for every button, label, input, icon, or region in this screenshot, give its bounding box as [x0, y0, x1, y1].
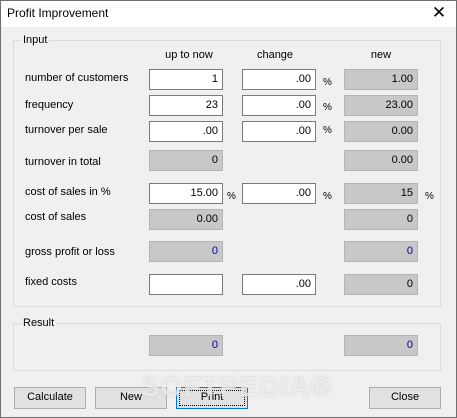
label-cost-of-sales-percent: cost of sales in %	[25, 186, 111, 198]
label-turnover-in-total: turnover in total	[25, 156, 101, 168]
customers-change-percent: %	[323, 77, 332, 88]
cost-of-sales-new-value: 0	[344, 209, 418, 230]
result-new-value: 0	[344, 335, 418, 356]
frequency-change-percent: %	[323, 102, 332, 113]
turnover-per-sale-change-input[interactable]: .00	[242, 121, 316, 142]
fixed-costs-change-input[interactable]: .00	[242, 274, 316, 295]
calculate-button[interactable]: Calculate	[14, 387, 86, 409]
label-gross-profit-or-loss: gross profit or loss	[25, 246, 115, 258]
label-frequency: frequency	[25, 99, 74, 111]
result-up-to-now-value: 0	[149, 335, 223, 356]
column-header-new: new	[370, 49, 392, 61]
gross-profit-new-value: 0	[344, 241, 418, 262]
turnover-total-new-value: 0.00	[344, 150, 418, 171]
frequency-change-input[interactable]: .00	[242, 95, 316, 116]
column-header-change: change	[256, 49, 294, 61]
turnover-per-sale-up-to-now-input[interactable]: .00	[149, 121, 223, 142]
cost-pct-up-to-now-input[interactable]: 15.00	[149, 183, 223, 204]
window-title: Profit Improvement	[7, 6, 109, 20]
label-cost-of-sales: cost of sales	[25, 211, 87, 223]
customers-up-to-now-input[interactable]: 1	[149, 69, 223, 90]
profit-improvement-window: Profit Improvement ✕ Input up to now cha…	[0, 0, 457, 418]
label-number-of-customers: number of customers	[25, 72, 129, 84]
gross-profit-up-to-now-value: 0	[149, 241, 223, 262]
close-button[interactable]: Close	[369, 387, 441, 409]
frequency-new-value: 23.00	[344, 95, 418, 116]
label-fixed-costs: fixed costs	[25, 276, 77, 288]
turnover-per-sale-new-value: 0.00	[344, 121, 418, 142]
frequency-up-to-now-input[interactable]: 23	[149, 95, 223, 116]
label-turnover-per-sale: turnover per sale	[25, 124, 108, 136]
cost-pct-up-to-now-percent: %	[227, 191, 236, 202]
customers-change-input[interactable]: .00	[242, 69, 316, 90]
cost-pct-new-value: 15	[344, 183, 418, 204]
fixed-costs-up-to-now-input[interactable]	[149, 274, 223, 295]
fixed-costs-new-value: 0	[344, 274, 418, 295]
new-button[interactable]: New	[95, 387, 167, 409]
result-group-label: Result	[21, 317, 57, 329]
input-group-label: Input	[21, 34, 50, 46]
cost-of-sales-up-to-now-value: 0.00	[149, 209, 223, 230]
cost-pct-new-percent: %	[425, 191, 434, 202]
cost-pct-change-percent: %	[323, 191, 332, 202]
cost-pct-change-input[interactable]: .00	[242, 183, 316, 204]
customers-new-value: 1.00	[344, 69, 418, 90]
turnover-total-up-to-now-value: 0	[149, 150, 223, 171]
title-bar: Profit Improvement ✕	[1, 1, 456, 27]
turnover-per-sale-change-percent: %	[323, 125, 332, 136]
print-button-focus-rect	[179, 390, 245, 406]
print-button[interactable]: Print	[176, 387, 248, 409]
column-header-up-to-now: up to now	[165, 49, 213, 61]
close-icon[interactable]: ✕	[422, 1, 456, 27]
